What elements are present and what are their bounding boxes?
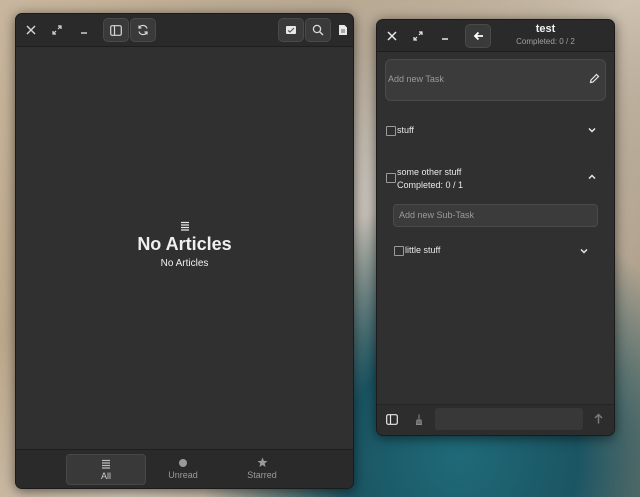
todo-title: test (535, 23, 556, 35)
dot-icon (178, 457, 188, 468)
tab-starred[interactable]: Starred (223, 454, 301, 483)
minimize-icon[interactable] (436, 27, 454, 45)
search-icon (312, 24, 324, 36)
maximize-icon[interactable] (48, 21, 66, 39)
minimize-icon[interactable] (75, 21, 93, 39)
todo-bottom-bar (377, 404, 614, 435)
tab-starred-label: Starred (247, 470, 277, 480)
reader-titlebar (16, 14, 353, 47)
broom-icon[interactable] (415, 414, 423, 425)
mark-read-button[interactable] (278, 18, 304, 42)
subtask-label: little stuff (405, 245, 441, 255)
sidebar-toggle-button[interactable] (103, 18, 129, 42)
document-icon[interactable] (334, 21, 352, 39)
star-icon (257, 457, 268, 468)
chevron-down-icon[interactable] (579, 246, 589, 256)
task-completed-count: Completed: 0 / 1 (397, 180, 464, 190)
chevron-up-icon[interactable] (587, 172, 597, 182)
chevron-down-icon[interactable] (587, 125, 597, 135)
reader-window: No Articles No Articles All Unread Starr… (15, 13, 354, 489)
sync-button[interactable] (130, 18, 156, 42)
arrow-up-icon[interactable] (594, 413, 603, 424)
task-checkbox[interactable] (386, 126, 396, 136)
new-subtask-field[interactable]: Add new Sub-Task (393, 204, 598, 227)
close-icon[interactable] (22, 21, 40, 39)
todo-completed-count: Completed: 0 / 2 (516, 37, 575, 46)
tab-all-label: All (100, 471, 111, 481)
sidebar-icon[interactable] (386, 414, 398, 425)
search-button[interactable] (305, 18, 331, 42)
new-task-placeholder: Add new Task (388, 74, 444, 84)
list-icon (101, 458, 111, 469)
close-icon[interactable] (383, 27, 401, 45)
tab-all[interactable]: All (66, 454, 146, 485)
sidebar-icon (110, 24, 122, 36)
todo-header: test Completed: 0 / 2 (477, 23, 614, 47)
todo-window: test Completed: 0 / 2 Add new Task stuff… (376, 19, 615, 436)
empty-title: No Articles (137, 234, 232, 254)
list-icon (16, 221, 353, 231)
mark-read-icon (286, 26, 296, 34)
todo-titlebar: test Completed: 0 / 2 (377, 20, 614, 52)
task-label: some other stuff (397, 167, 462, 177)
empty-subtitle: No Articles (160, 258, 209, 269)
empty-state: No Articles No Articles (16, 221, 353, 270)
sync-icon (138, 24, 148, 36)
bottom-input[interactable] (435, 408, 583, 430)
edit-pencil-icon[interactable] (589, 73, 600, 84)
new-subtask-placeholder: Add new Sub-Task (399, 210, 475, 220)
tab-unread-label: Unread (168, 470, 198, 480)
maximize-icon[interactable] (409, 27, 427, 45)
task-checkbox[interactable] (386, 173, 396, 183)
task-label: stuff (397, 125, 414, 135)
subtask-checkbox[interactable] (394, 246, 404, 256)
tab-unread[interactable]: Unread (144, 454, 222, 483)
new-task-field[interactable]: Add new Task (385, 59, 606, 101)
view-switcher: All Unread Starred (16, 449, 353, 488)
